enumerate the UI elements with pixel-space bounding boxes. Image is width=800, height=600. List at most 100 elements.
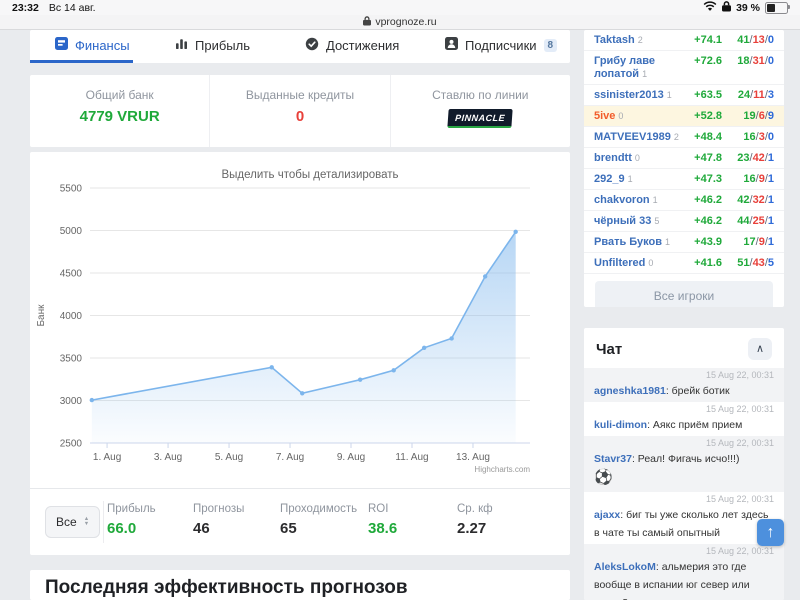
player-profit: +48.4 [682,131,722,144]
tab-label: Подписчики [465,38,537,53]
tab-badge: 8 [544,39,558,52]
player-name[interactable]: Taktash2 [594,34,682,47]
player-record: 24/11/3 [722,89,774,102]
player-name[interactable]: 5ive0 [594,110,682,123]
summary-stat-label: Общий банк [30,88,209,102]
bank-chart[interactable]: Выделить чтобы детализировать25003000350… [30,152,570,482]
x-tick-label: 9. Aug [337,452,365,463]
player-count: 1 [653,195,658,205]
player-profit: +47.3 [682,173,722,186]
forecast-stat-label: Ср. кф [457,503,493,515]
leaderboard-row: MATVEEV19892+48.416/3/0 [584,127,784,148]
player-name[interactable]: Грибу лаве лопатой1 [594,55,682,81]
y-tick-label: 2500 [60,439,83,450]
chat-timestamp: 15 Aug 22, 00:31 [594,545,774,557]
chart-title: Выделить чтобы детализировать [221,169,398,181]
forecast-stat-label: Прибыль [107,503,156,515]
data-point-marker [358,377,362,381]
data-point-marker [392,368,396,372]
player-name[interactable]: MATVEEV19892 [594,131,682,144]
x-tick-label: 13. Aug [456,452,490,463]
chat-text: : Реал! Фигачь исчо!!!) [632,453,740,465]
forecast-stat-label: Проходимость [280,503,357,515]
leaderboard-row: ssinister20131+63.524/11/3 [584,85,784,106]
tab-achievements[interactable]: Достижения [305,30,399,60]
active-tab-underline [30,60,133,63]
player-count: 1 [665,237,670,247]
player-record: 41/13/0 [722,34,774,47]
player-name[interactable]: 292_91 [594,173,682,186]
leaderboard: Taktash2+74.141/13/0Грибу лаве лопатой1+… [584,30,784,307]
player-record: 18/31/0 [722,55,774,68]
browser-address-bar[interactable]: vprognoze.ru [0,15,800,30]
tab-label: Прибыль [195,38,250,53]
chat-username[interactable]: kuli-dimon [594,419,647,431]
data-point-marker [483,274,487,278]
chat-message: 15 Aug 22, 00:31ajaxx: биг ты уже скольк… [584,492,784,544]
data-point-marker [90,398,94,402]
player-name[interactable]: чёрный 335 [594,215,682,228]
clock: 23:32 [12,2,39,14]
chat-message: 15 Aug 22, 00:31 Stavr37: Реал! Фигачь ис… [584,436,784,492]
arrow-up-icon: ↑ [767,524,775,541]
data-point-marker [300,391,304,395]
player-record: 16/3/0 [722,131,774,144]
x-tick-label: 5. Aug [215,452,243,463]
leaderboard-row: Taktash2+74.141/13/0 [584,30,784,51]
tab-profit[interactable]: Прибыль [175,30,250,60]
forecast-stat: Прибыль66.0 [107,503,156,537]
player-count: 2 [674,132,679,142]
chat-timestamp: 15 Aug 22, 00:31 [594,369,774,381]
ssl-lock-icon [363,16,371,29]
chat-text: : Аякс приём прием [647,419,742,431]
forecast-stat-value: 65 [280,520,357,537]
x-tick-label: 11. Aug [395,452,428,463]
all-players-button[interactable]: Все игроки [595,281,773,307]
player-name[interactable]: chakvoron1 [594,194,682,207]
status-bar: 23:32 Вс 14 авг. 39 % [0,0,800,15]
chat-collapse-button[interactable]: ∧ [748,338,772,360]
forecast-stat-value: 2.27 [457,520,493,537]
x-tick-label: 7. Aug [276,452,304,463]
forecast-stat-value: 38.6 [368,520,397,537]
summary-stat: Выданные кредиты0 [209,75,389,147]
profit-icon [175,37,188,53]
chat-timestamp: 15 Aug 22, 00:31 [594,437,774,449]
player-name[interactable]: Unfiltered0 [594,257,682,270]
player-name[interactable]: brendtt0 [594,152,682,165]
y-axis-label: Банк [36,304,47,327]
forecast-stat-value: 46 [193,520,244,537]
chat-username[interactable]: agneshka1981 [594,385,666,397]
chat-username[interactable]: ajaxx [594,509,620,521]
tab-finance[interactable]: Финансы [55,30,130,60]
status-date: Вс 14 авг. [49,2,96,14]
chat-username[interactable]: AleksLokoM [594,561,656,573]
tab-subscribers[interactable]: Подписчики 8 [445,30,557,60]
chevron-up-down-icon: ▲▼ [84,517,89,527]
forecast-stats-row: Все ▲▼ Прибыль66.0Прогнозы46Проходимость… [30,488,570,555]
chat-title: Чат [596,341,622,358]
next-section-card: Последняя эффективность прогнозов [30,570,570,600]
player-profit: +43.9 [682,236,722,249]
period-filter-value: Все [56,515,77,529]
player-record: 19/6/9 [722,110,774,123]
player-record: 51/43/5 [722,257,774,270]
tab-label: Финансы [75,38,130,53]
highcharts-credit: Highcharts.com [474,465,530,474]
leaderboard-row: 5ive0+52.819/6/9 [584,106,784,127]
x-tick-label: 3. Aug [154,452,182,463]
player-profit: +72.6 [682,55,722,68]
leaderboard-row: Грибу лаве лопатой1+72.618/31/0 [584,51,784,85]
player-name[interactable]: Рвать Буков1 [594,236,682,249]
section-heading: Последняя эффективность прогнозов [45,577,570,599]
player-count: 1 [642,69,647,79]
scroll-to-top-button[interactable]: ↑ [757,519,784,546]
chat-message: 15 Aug 22, 00:31kuli-dimon: Аякс приём п… [584,402,784,436]
period-filter-select[interactable]: Все ▲▼ [45,506,100,538]
leaderboard-row: Рвать Буков1+43.917/9/1 [584,232,784,253]
player-profit: +74.1 [682,34,722,47]
player-name[interactable]: ssinister20131 [594,89,682,102]
player-record: 17/9/1 [722,236,774,249]
summary-stat-label: Ставлю по линии [391,88,570,102]
chat-username[interactable]: Stavr37 [594,453,632,465]
